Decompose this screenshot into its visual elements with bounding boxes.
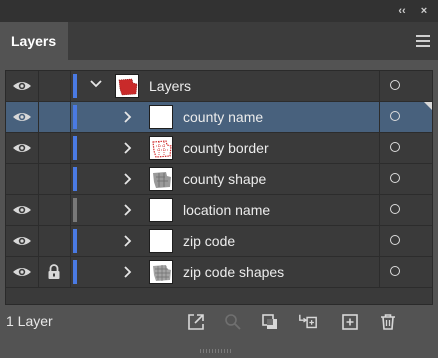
layer-row-county-border[interactable]: county border: [6, 133, 432, 164]
delete-icon[interactable]: [378, 312, 398, 332]
layer-row-zip-code[interactable]: zip code: [6, 226, 432, 257]
new-sublayer-icon[interactable]: [340, 312, 360, 332]
lock-column[interactable]: [38, 102, 71, 132]
eye-icon[interactable]: [12, 234, 32, 248]
hamburger-menu-icon[interactable]: [416, 35, 430, 47]
chevron-right-icon[interactable]: [122, 142, 132, 154]
tab-layers[interactable]: Layers: [0, 22, 68, 60]
chevron-right-icon[interactable]: [122, 111, 132, 123]
eye-icon[interactable]: [12, 110, 32, 124]
visibility-column[interactable]: [6, 195, 39, 225]
layer-thumbnail: [115, 74, 139, 98]
panel-title-bar: ‹‹ ×: [0, 0, 438, 22]
target-circle-icon[interactable]: [390, 111, 400, 121]
collapse-icon[interactable]: ‹‹: [393, 3, 411, 19]
chevron-right-icon[interactable]: [122, 173, 132, 185]
layer-color-bar: [73, 198, 77, 222]
panel-footer: 1 Layer: [0, 306, 438, 340]
target-column[interactable]: [379, 257, 433, 287]
layer-color-bar: [73, 105, 77, 129]
layer-name[interactable]: zip code: [183, 226, 235, 256]
layer-count: 1 Layer: [6, 313, 53, 329]
layer-name[interactable]: county border: [183, 133, 269, 163]
lock-icon[interactable]: [47, 264, 61, 280]
visibility-column[interactable]: [6, 71, 39, 101]
eye-icon[interactable]: [12, 79, 32, 93]
target-circle-icon[interactable]: [390, 173, 400, 183]
clipping-mask-icon[interactable]: [260, 312, 280, 332]
lock-column[interactable]: [38, 257, 71, 287]
layer-thumbnail: [149, 229, 173, 253]
target-column[interactable]: [379, 133, 433, 163]
move-to-layer-icon[interactable]: [298, 312, 318, 332]
layer-name[interactable]: location name: [183, 195, 270, 225]
layer-row-root[interactable]: Layers: [6, 71, 432, 102]
layer-color-bar: [73, 136, 77, 160]
eye-icon[interactable]: [12, 203, 32, 217]
eye-icon[interactable]: [12, 265, 32, 279]
close-icon[interactable]: ×: [415, 3, 433, 19]
chevron-right-icon[interactable]: [122, 235, 132, 247]
eye-icon[interactable]: [12, 141, 32, 155]
visibility-column[interactable]: [6, 164, 39, 194]
lock-column[interactable]: [38, 71, 71, 101]
layer-name[interactable]: county name: [183, 102, 263, 132]
chevron-down-icon[interactable]: [90, 79, 102, 89]
layer-row-location-name[interactable]: location name: [6, 195, 432, 226]
layer-row-county-name[interactable]: county name: [6, 102, 432, 133]
layer-row-county-shape[interactable]: county shape: [6, 164, 432, 195]
layer-name[interactable]: Layers: [149, 71, 191, 101]
layer-thumbnail: [149, 136, 173, 160]
target-column[interactable]: [379, 226, 433, 256]
layer-thumbnail: [149, 260, 173, 284]
layer-color-bar: [73, 229, 77, 253]
resize-grip[interactable]: [200, 340, 236, 353]
target-circle-icon[interactable]: [390, 204, 400, 214]
lock-column[interactable]: [38, 164, 71, 194]
layer-name[interactable]: county shape: [183, 164, 266, 194]
layer-color-bar: [73, 260, 77, 284]
chevron-right-icon[interactable]: [122, 204, 132, 216]
visibility-column[interactable]: [6, 257, 39, 287]
layer-thumbnail: [149, 198, 173, 222]
target-circle-icon[interactable]: [390, 142, 400, 152]
target-circle-icon[interactable]: [390, 80, 400, 90]
visibility-column[interactable]: [6, 226, 39, 256]
chevron-right-icon[interactable]: [122, 266, 132, 278]
layer-color-bar: [73, 74, 77, 98]
layer-thumbnail: [149, 105, 173, 129]
lock-column[interactable]: [38, 133, 71, 163]
selection-corner-indicator: [424, 102, 432, 110]
lock-column[interactable]: [38, 226, 71, 256]
visibility-column[interactable]: [6, 133, 39, 163]
layer-thumbnail: [149, 167, 173, 191]
lock-column[interactable]: [38, 195, 71, 225]
layer-name[interactable]: zip code shapes: [183, 257, 284, 287]
search-icon[interactable]: [223, 312, 243, 332]
target-column[interactable]: [379, 195, 433, 225]
export-icon[interactable]: [186, 312, 206, 332]
visibility-column[interactable]: [6, 102, 39, 132]
target-circle-icon[interactable]: [390, 266, 400, 276]
target-circle-icon[interactable]: [390, 235, 400, 245]
target-column[interactable]: [379, 71, 433, 101]
layers-list: Layers county name county border county …: [5, 70, 433, 305]
target-column[interactable]: [379, 164, 433, 194]
layer-row-zip-code-shapes[interactable]: zip code shapes: [6, 257, 432, 288]
tab-strip: Layers: [0, 22, 438, 60]
layer-color-bar: [73, 167, 77, 191]
